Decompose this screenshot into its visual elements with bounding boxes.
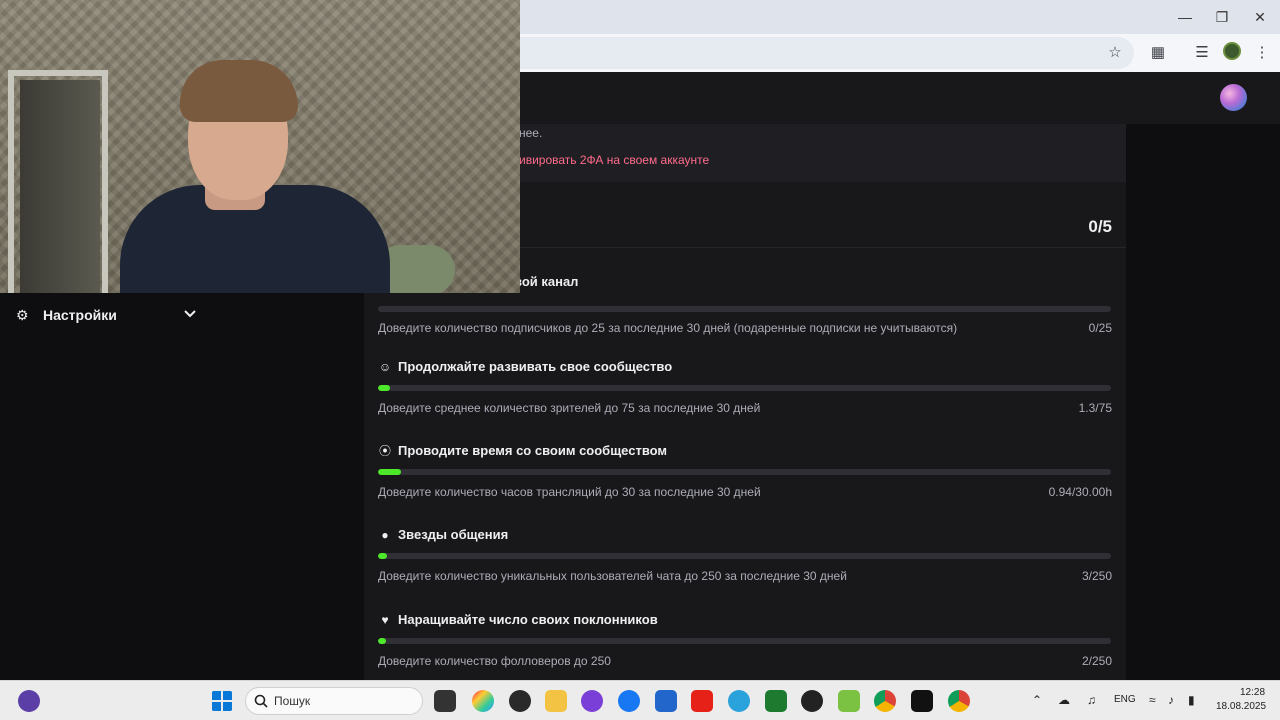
browser-profile-icon[interactable] [1223, 42, 1241, 60]
terminal-icon[interactable] [765, 690, 787, 712]
browser-menu-icon[interactable]: ⋮ [1251, 42, 1273, 64]
chat-icon: ● [381, 528, 389, 542]
previous-description: нее. [519, 126, 543, 140]
app-icon-dark[interactable] [801, 690, 823, 712]
obs-icon[interactable] [509, 690, 531, 712]
progress-fill [378, 638, 386, 644]
goal-title: Проводите время со своим сообществом [398, 443, 668, 458]
heart-icon: ♥ [381, 613, 389, 627]
goal-title: Звезды общения [398, 527, 509, 542]
chrome-icon[interactable] [874, 690, 896, 712]
gear-icon: ⚙ [16, 307, 29, 323]
goal-item: ● Звезды общения Доведите количество уни… [378, 527, 1112, 611]
goal-description: Доведите количество фолловеров до 250 [378, 654, 611, 668]
search-label: Пошук [274, 694, 311, 708]
goal-description: Доведите количество подписчиков до 25 за… [378, 321, 958, 335]
broadcast-icon: ⦿ [378, 444, 391, 458]
webcam-overlay [0, 0, 520, 293]
progress-track [378, 385, 1111, 391]
webcam-person-hair [180, 60, 298, 122]
volume-icon[interactable]: ♪ [1168, 693, 1174, 707]
goal-count: 1.3/75 [1078, 401, 1112, 415]
sidebar-item-label: Настройки [43, 307, 117, 323]
progress-track [378, 306, 1111, 312]
goal-description: Доведите количество часов трансляций до … [378, 485, 761, 499]
taskbar-search[interactable]: Пошук [245, 687, 423, 715]
file-explorer-icon[interactable] [545, 690, 567, 712]
goal-description: Доведите количество уникальных пользоват… [378, 569, 847, 583]
goal-count: 2/250 [1081, 654, 1112, 668]
close-icon[interactable]: ✕ [1245, 6, 1275, 28]
microphone-icon[interactable]: ♫ [1087, 693, 1096, 707]
goal-title: Наращивайте число своих поклонников [398, 612, 658, 627]
language-indicator[interactable]: ENG [1114, 694, 1136, 705]
goal-count: 0/25 [1088, 321, 1112, 335]
section-score: 0/5 [1088, 217, 1112, 236]
media-control-icon[interactable]: ☰ [1191, 42, 1213, 64]
chrome-active-icon[interactable] [948, 690, 970, 712]
task-view-icon[interactable] [434, 690, 456, 712]
youtube-icon[interactable] [691, 690, 713, 712]
progress-track [378, 553, 1111, 559]
goal-description: Доведите среднее количество зрителей до … [378, 401, 761, 415]
bookmark-star-icon[interactable]: ☆ [1104, 42, 1126, 64]
store-icon[interactable] [655, 690, 677, 712]
screen: — ❐ ✕ ☆ ▦ ☰ ⋮ ⚙ Настройки нее. ивировать… [0, 0, 1280, 720]
webcam-door [20, 80, 100, 293]
minimize-icon[interactable]: — [1170, 6, 1200, 28]
widgets-icon[interactable] [18, 690, 40, 712]
clock-time[interactable]: 12:28 [1240, 687, 1265, 698]
battery-icon[interactable]: ▮ [1188, 693, 1195, 707]
copilot-icon[interactable] [472, 690, 494, 712]
user-avatar[interactable] [1220, 84, 1247, 111]
wifi-icon[interactable]: ≈ [1149, 693, 1156, 707]
enable-2fa-link[interactable]: ивировать 2ФА на своем аккаунте [519, 153, 709, 167]
telegram-icon[interactable] [728, 690, 750, 712]
goal-title: Продолжайте развивать свое сообщество [398, 359, 673, 374]
audio-app-icon[interactable] [911, 690, 933, 712]
section-title: вой канал [514, 274, 579, 289]
progress-fill [378, 469, 401, 475]
progress-track [378, 469, 1111, 475]
cloud-icon[interactable]: ☁ [1058, 693, 1070, 707]
goal-item: ☺ Продолжайте развивать свое сообщество … [378, 359, 1112, 443]
windows-start-icon[interactable] [211, 690, 233, 712]
community-icon: ☺ [378, 360, 392, 374]
facebook-icon[interactable] [618, 690, 640, 712]
progress-fill [378, 553, 387, 559]
taskbar: Пошук ⌃ ☁ ♫ ENG ≈ ♪ ▮ 12:28 18.08.2025 [0, 680, 1280, 720]
app-icon-green[interactable] [838, 690, 860, 712]
chevron-down-icon [184, 310, 196, 318]
goal-count: 3/250 [1081, 569, 1112, 583]
progress-track [378, 638, 1111, 644]
app-icon-purple[interactable] [581, 690, 603, 712]
sidebar-item-settings[interactable]: ⚙ Настройки [0, 302, 364, 330]
goal-count: 0.94/30.00h [1048, 485, 1112, 499]
search-icon [254, 694, 268, 708]
restore-icon[interactable]: ❐ [1207, 6, 1237, 28]
progress-fill [378, 385, 390, 391]
clock-date[interactable]: 18.08.2025 [1216, 701, 1266, 712]
tray-chevron-icon[interactable]: ⌃ [1032, 693, 1042, 707]
extensions-icon[interactable]: ▦ [1147, 42, 1169, 64]
goal-item: ⦿ Проводите время со своим сообществом Д… [378, 443, 1112, 527]
